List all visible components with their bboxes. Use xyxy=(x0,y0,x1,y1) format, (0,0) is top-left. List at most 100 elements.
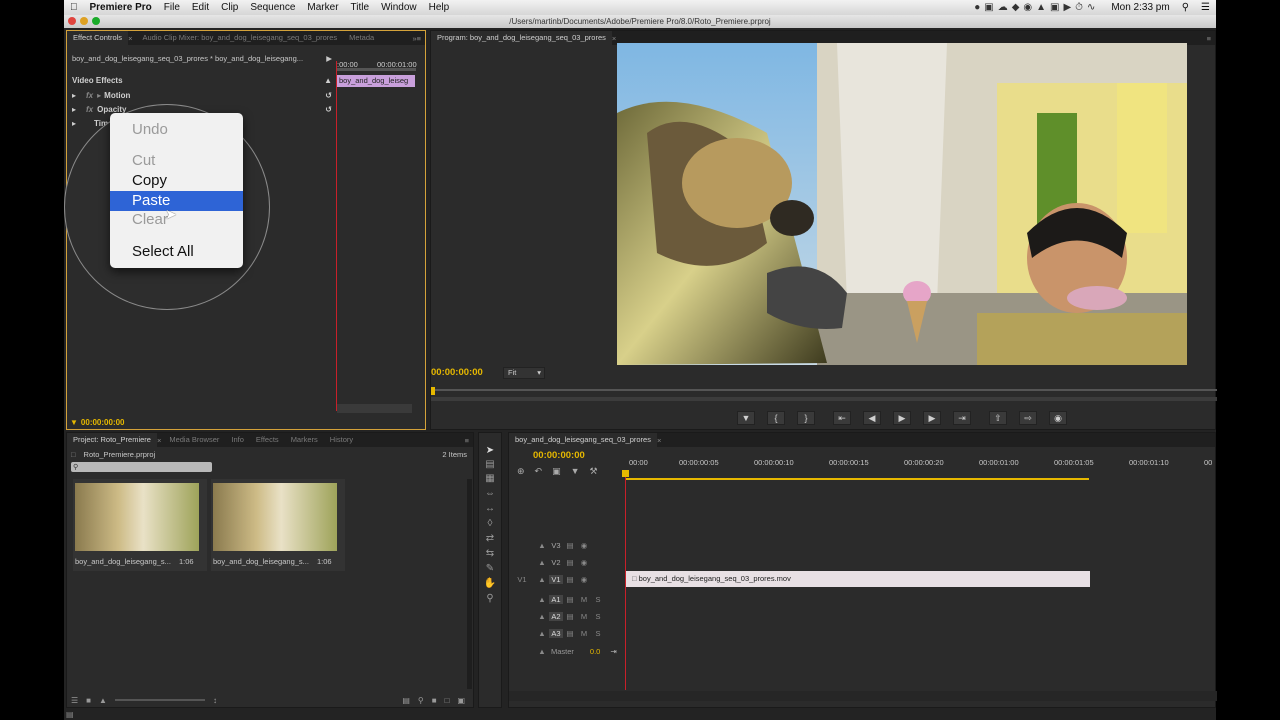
panel-menu-icon[interactable]: ≡ xyxy=(465,436,473,445)
lock-icon[interactable]: ▲ xyxy=(535,612,549,621)
extract-button[interactable]: ⇨ xyxy=(1019,411,1037,425)
sync-lock-icon[interactable]: ▤ xyxy=(563,595,577,604)
ec-ruler-bar[interactable] xyxy=(336,68,416,71)
lift-button[interactable]: ⇧ xyxy=(989,411,1007,425)
context-menu-cut[interactable]: Cut xyxy=(110,151,243,171)
go-to-out-button[interactable]: ⇥ xyxy=(953,411,971,425)
timeline-playhead-handle[interactable] xyxy=(622,470,629,477)
sync-lock-icon[interactable]: ▤ xyxy=(563,541,577,550)
automate-icon[interactable]: ▤ xyxy=(402,696,410,705)
tab-media-browser[interactable]: Media Browser xyxy=(163,433,225,447)
sync-lock-icon[interactable]: ▤ xyxy=(563,558,577,567)
menu-clip[interactable]: Clip xyxy=(215,2,244,13)
panel-menu-icon[interactable]: ≡ xyxy=(1207,34,1215,43)
track-label-v1[interactable]: V1 xyxy=(549,575,563,584)
new-item-icon[interactable]: □ xyxy=(445,696,450,705)
tab-effects[interactable]: Effects xyxy=(250,433,285,447)
ec-timecode[interactable]: 00:00:00:00 xyxy=(81,418,125,427)
tab-info[interactable]: Info xyxy=(225,433,250,447)
snap-icon[interactable]: ⊕ xyxy=(517,466,525,477)
tab-effect-controls[interactable]: Effect Controls xyxy=(67,31,129,45)
timeline-scrollbar[interactable] xyxy=(509,691,1217,701)
reset-icon[interactable]: ↺ xyxy=(325,91,332,100)
project-search-input[interactable]: ⚲ xyxy=(71,462,212,472)
minimize-window-button[interactable] xyxy=(80,17,88,25)
mute-button[interactable]: M xyxy=(577,629,591,638)
play-arrow-icon[interactable]: ▶ xyxy=(326,54,332,63)
zoom-select[interactable]: Fit ▾ xyxy=(503,367,545,379)
project-item[interactable]: boy_and_dog_leisegang_s... 1:06 xyxy=(211,479,345,571)
program-time-ruler[interactable] xyxy=(431,389,1217,391)
resize-icon[interactable]: ▤ xyxy=(66,710,74,719)
tab-markers[interactable]: Markers xyxy=(285,433,324,447)
program-timecode[interactable]: 00:00:00:00 xyxy=(431,367,483,378)
work-area-bar[interactable] xyxy=(625,478,1089,480)
expand-arrow-icon[interactable]: ▸ xyxy=(72,105,76,114)
program-video-frame[interactable] xyxy=(617,43,1187,365)
zoom-out-icon[interactable]: ▲ xyxy=(99,696,107,705)
trash-icon[interactable]: ▣ xyxy=(457,696,473,705)
new-bin-icon[interactable]: ■ xyxy=(432,696,437,705)
lock-icon[interactable]: ▲ xyxy=(535,595,549,604)
context-menu-undo[interactable]: Undo xyxy=(110,120,243,140)
menu-file[interactable]: File xyxy=(158,2,186,13)
pen-tool-icon[interactable]: ✎ xyxy=(483,563,497,575)
ec-scrollbar[interactable] xyxy=(337,404,412,413)
sort-icon[interactable]: ↕ xyxy=(213,696,217,705)
collapse-up-icon[interactable]: ▲ xyxy=(324,76,332,85)
ripple-edit-tool-icon[interactable]: ▦ xyxy=(483,473,497,485)
zoom-window-button[interactable] xyxy=(92,17,100,25)
project-item[interactable]: boy_and_dog_leisegang_s... 1:06 xyxy=(73,479,207,571)
track-label-a1[interactable]: A1 xyxy=(549,595,563,604)
chevron-down-icon[interactable]: ▾ xyxy=(537,368,541,378)
tab-history[interactable]: History xyxy=(324,433,359,447)
go-to-in-button[interactable]: ⇤ xyxy=(833,411,851,425)
close-tab-icon[interactable]: × xyxy=(657,436,661,445)
menu-title[interactable]: Title xyxy=(345,2,376,13)
play-button[interactable]: ▶ xyxy=(893,411,911,425)
master-volume[interactable]: 0.0 xyxy=(590,647,600,656)
menu-clock[interactable]: Mon 2:33 pm xyxy=(1105,2,1175,13)
close-tab-icon[interactable]: × xyxy=(612,34,616,43)
track-label-a2[interactable]: A2 xyxy=(549,612,563,621)
mute-button[interactable]: M xyxy=(577,612,591,621)
lock-icon[interactable]: ▲ xyxy=(535,647,549,656)
track-label-v3[interactable]: V3 xyxy=(549,541,563,550)
eye-icon[interactable]: ◉ xyxy=(577,558,591,567)
tab-audio-clip-mixer[interactable]: Audio Clip Mixer: boy_and_dog_leisegang_… xyxy=(136,31,343,45)
step-forward-button[interactable]: ▶ xyxy=(923,411,941,425)
list-view-icon[interactable]: ☰ xyxy=(71,696,78,705)
lock-icon[interactable]: ▲ xyxy=(535,629,549,638)
hand-tool-icon[interactable]: ✋ xyxy=(483,578,497,590)
status-icons[interactable]: ●▣☁◆◉▲▣▶⏱∿ xyxy=(968,2,1105,13)
ec-clip-bar[interactable]: boy_and_dog_leiseg xyxy=(337,75,415,87)
menu-help[interactable]: Help xyxy=(423,2,456,13)
app-menu[interactable]: Premiere Pro xyxy=(84,2,158,13)
project-scrollbar[interactable] xyxy=(467,479,472,689)
context-menu-select-all[interactable]: Select All xyxy=(110,242,243,262)
context-menu-copy[interactable]: Copy xyxy=(110,171,243,191)
expand-arrow-icon[interactable]: ▸ xyxy=(72,91,76,100)
timeline-timecode[interactable]: 00:00:00:00 xyxy=(533,450,585,461)
menu-sequence[interactable]: Sequence xyxy=(244,2,301,13)
go-to-end-icon[interactable]: ⇥ xyxy=(610,647,616,656)
sync-lock-icon[interactable]: ▤ xyxy=(563,629,577,638)
notification-icon[interactable]: ☰ xyxy=(1195,2,1216,13)
tab-program[interactable]: Program: boy_and_dog_leisegang_seq_03_pr… xyxy=(431,31,612,45)
timeline-clip[interactable]: □ boy_and_dog_leisegang_seq_03_prores.mo… xyxy=(626,571,1090,587)
eye-icon[interactable]: ◉ xyxy=(577,575,591,584)
tab-project[interactable]: Project: Roto_Premiere xyxy=(67,433,157,447)
tab-sequence[interactable]: boy_and_dog_leisegang_seq_03_prores xyxy=(509,433,657,447)
linked-selection-icon[interactable]: ↶ xyxy=(535,466,543,477)
reset-icon[interactable]: ↺ xyxy=(325,105,332,114)
effect-row-motion[interactable]: ▸ fx ▸ Motion ↺ xyxy=(67,88,332,102)
lock-icon[interactable]: ▲ xyxy=(535,558,549,567)
mark-in-button[interactable]: { xyxy=(767,411,785,425)
track-label-v2[interactable]: V2 xyxy=(549,558,563,567)
add-marker-icon[interactable]: ▼ xyxy=(571,466,580,477)
find-icon[interactable]: ⚲ xyxy=(418,696,424,705)
razor-tool-icon[interactable]: ◊ xyxy=(483,518,497,530)
lock-icon[interactable]: ▲ xyxy=(535,541,549,550)
fx-icon[interactable]: fx xyxy=(86,105,93,114)
slide-tool-icon[interactable]: ⇆ xyxy=(483,548,497,560)
